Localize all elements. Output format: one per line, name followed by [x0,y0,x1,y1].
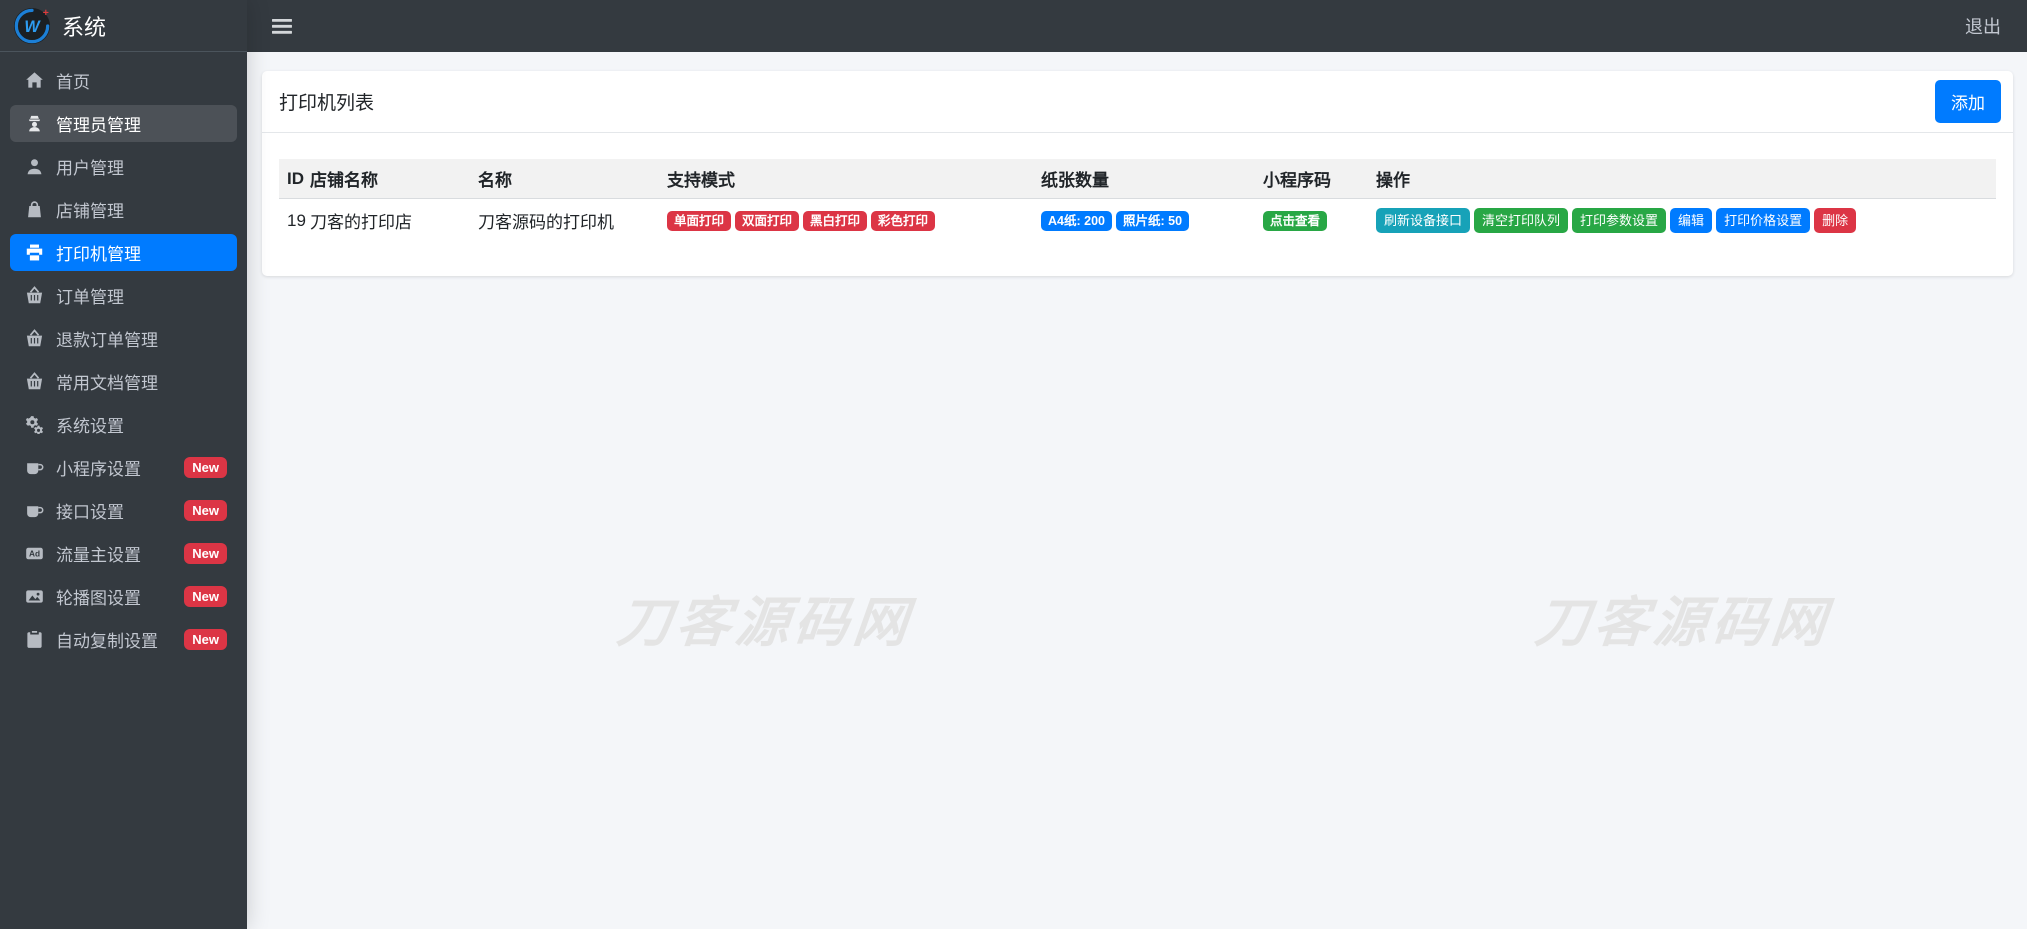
clipboard-icon [20,630,48,649]
sidebar-item-label: 订单管理 [56,288,124,307]
column-header: 操作 [1368,159,1996,199]
mode-badge: 彩色打印 [871,210,936,232]
basket-icon [20,329,48,348]
sidebar-item-3[interactable]: 店铺管理 [10,191,237,228]
paper-count-badge: A4纸: 200 [1041,210,1112,232]
sidebar-item-11[interactable]: Ad 流量主设置 New [10,535,237,572]
sidebar-item-label: 首页 [56,73,90,92]
watermark: 刀客源码网 [1532,593,1834,653]
add-button[interactable]: 添加 [1935,80,2001,123]
menu-toggle-icon[interactable] [272,18,293,35]
sidebar-item-label: 管理员管理 [56,116,141,135]
sidebar-menu: 首页管理员管理用户管理店铺管理打印机管理订单管理退款订单管理 常用文档管理 系统设置… [0,52,247,929]
mode-badge: 双面打印 [735,210,800,232]
topbar: 退出 [247,0,2027,52]
basket-icon [20,286,48,305]
sidebar-item-label: 打印机管理 [56,245,141,264]
watermark: 刀客源码网 [614,593,916,653]
cell-support-modes: 单面打印 双面打印 黑白打印 彩色打印 [659,199,1033,243]
sidebar-item-label: 轮播图设置 [56,589,141,608]
cell-actions: 刷新设备接口 清空打印队列 打印参数设置 编辑 打印价格设置 删除 [1368,199,1996,243]
sidebar-item-label: 常用文档管理 [56,374,158,393]
sidebar-item-8[interactable]: 系统设置 [10,406,237,443]
column-header: 支持模式 [659,159,1033,199]
new-badge: New [184,543,227,564]
user-icon [20,157,48,176]
new-badge: New [184,629,227,650]
sidebar-item-7[interactable]: 常用文档管理 [10,363,237,400]
cogs-icon [20,415,48,434]
card-body: ID 店铺名称 名称 支持模式 纸张数量 小程序码 操作 19 刀客的打印店 刀客源码的打印机 单… [262,133,2013,276]
svg-text:Ad: Ad [28,549,39,559]
action-button-2[interactable]: 打印参数设置 [1572,208,1667,233]
sidebar-item-13[interactable]: 自动复制设置 New [10,621,237,658]
basket-icon [20,372,48,391]
mode-badge: 单面打印 [667,210,732,232]
cell-paper-counts: A4纸: 200 照片纸: 50 [1033,199,1255,243]
action-button-3[interactable]: 编辑 [1670,208,1713,233]
mug-icon [20,458,48,477]
mug-icon [20,501,48,520]
action-button-0[interactable]: 刷新设备接口 [1376,208,1471,233]
main-area: 退出 打印机列表 添加 ID 店铺名称 名称 支持模式 纸张数量 小程序码 操作 19 刀客的… [247,0,2027,929]
sidebar-item-label: 系统设置 [56,417,124,436]
app-window: W + 系统 首页管理员管理用户管理店铺管理打印机管理订单管理退款订单管理 常用文… [0,0,2027,929]
sidebar-item-9[interactable]: 小程序设置 New [10,449,237,486]
svg-text:W: W [24,18,41,36]
action-button-5[interactable]: 删除 [1814,208,1857,233]
table-row: 19 刀客的打印店 刀客源码的打印机 单面打印 双面打印 黑白打印 彩色打印 A4纸: 200… [279,199,1996,243]
column-header: 小程序码 [1255,159,1368,199]
page-title: 打印机列表 [279,93,375,114]
ad-icon: Ad [20,544,48,563]
qrcode-view-badge[interactable]: 点击查看 [1263,210,1328,232]
image-icon [20,587,48,606]
column-header: ID [279,159,304,199]
sidebar-item-label: 接口设置 [56,503,124,522]
action-button-1[interactable]: 清空打印队列 [1474,208,1569,233]
table-body: 19 刀客的打印店 刀客源码的打印机 单面打印 双面打印 黑白打印 彩色打印 A4纸: 200… [279,199,1996,243]
sidebar-item-12[interactable]: 轮播图设置 New [10,578,237,615]
sidebar-item-10[interactable]: 接口设置 New [10,492,237,529]
sidebar-item-label: 店铺管理 [56,202,124,221]
shopping-bag-icon [20,200,48,219]
sidebar-item-0[interactable]: 首页 [10,62,237,99]
printer-table: ID 店铺名称 名称 支持模式 纸张数量 小程序码 操作 19 刀客的打印店 刀客源码的打印机 单… [279,159,1996,242]
sidebar-item-4[interactable]: 打印机管理 [10,234,237,271]
sidebar-item-label: 流量主设置 [56,546,141,565]
new-badge: New [184,500,227,521]
logout-link[interactable]: 退出 [1965,13,2001,39]
home-icon [20,71,48,90]
table-header-row: ID 店铺名称 名称 支持模式 纸张数量 小程序码 操作 [279,159,1996,199]
sidebar-item-label: 小程序设置 [56,460,141,479]
cell-printer-name: 刀客源码的打印机 [478,213,614,232]
content: 打印机列表 添加 ID 店铺名称 名称 支持模式 纸张数量 小程序码 操作 19 刀客的打印店… [247,52,2027,929]
cell-qrcode: 点击查看 [1255,199,1368,243]
svg-text:+: + [43,8,49,19]
action-button-4[interactable]: 打印价格设置 [1716,208,1811,233]
brand-title: 系统 [62,14,107,40]
column-header: 店铺名称 [302,159,470,199]
cell-shop-name: 刀客的打印店 [310,213,412,232]
sidebar-item-5[interactable]: 订单管理 [10,277,237,314]
printer-list-card: 打印机列表 添加 ID 店铺名称 名称 支持模式 纸张数量 小程序码 操作 19 刀客的打印店… [262,71,2013,276]
sidebar-item-label: 自动复制设置 [56,632,158,651]
new-badge: New [184,457,227,478]
app-logo-icon: W + [13,7,51,45]
new-badge: New [184,586,227,607]
sidebar-item-label: 退款订单管理 [56,331,158,350]
column-header: 名称 [470,159,659,199]
mode-badge: 黑白打印 [803,210,868,232]
sidebar-item-6[interactable]: 退款订单管理 [10,320,237,357]
printer-icon [20,243,48,262]
cell-id: 19 [287,210,306,230]
sidebar-item-1[interactable]: 管理员管理 [10,105,237,142]
column-header: 纸张数量 [1033,159,1255,199]
user-secret-icon [20,114,48,133]
brand[interactable]: W + 系统 [0,0,247,52]
paper-count-badge: 照片纸: 50 [1115,210,1190,232]
sidebar-item-2[interactable]: 用户管理 [10,148,237,185]
card-header: 打印机列表 添加 [262,71,2013,133]
sidebar: W + 系统 首页管理员管理用户管理店铺管理打印机管理订单管理退款订单管理 常用文… [0,0,247,929]
sidebar-item-label: 用户管理 [56,159,124,178]
